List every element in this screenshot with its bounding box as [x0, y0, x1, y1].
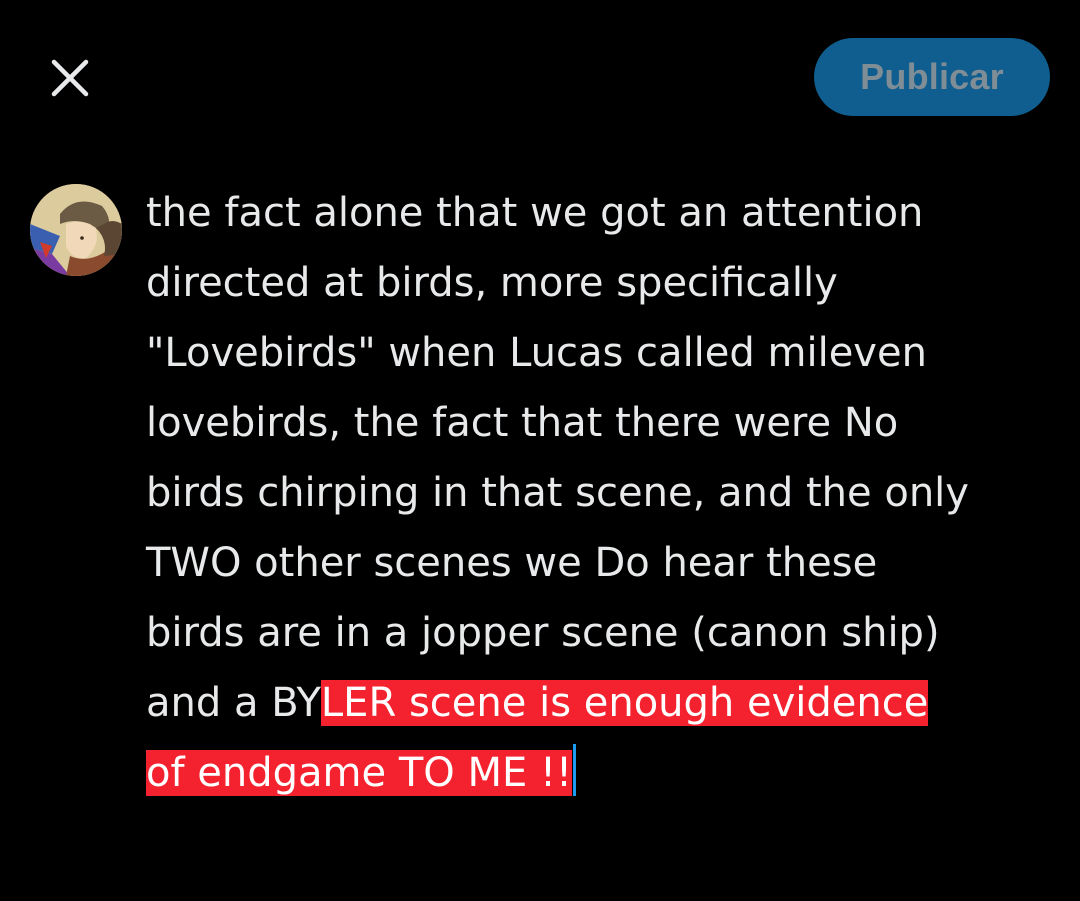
selected-text: LER scene is enough evidence: [320, 680, 929, 726]
selected-text: of endgame TO ME !!: [146, 750, 573, 796]
post-text-line: lovebirds, the fact that there were No: [146, 400, 899, 446]
publish-button[interactable]: Publicar: [814, 38, 1050, 116]
avatar-image: [30, 184, 122, 276]
unselected-text: and a BY: [146, 680, 321, 726]
post-text-line: "Lovebirds" when Lucas called mileven: [146, 330, 927, 376]
post-text-line: of endgame TO ME !!: [146, 738, 1046, 808]
avatar[interactable]: [30, 184, 122, 276]
close-button[interactable]: [40, 48, 100, 108]
post-text-line: birds chirping in that scene, and the on…: [146, 470, 969, 516]
close-icon: [51, 59, 89, 97]
post-text-line: TWO other scenes we Do hear these: [146, 540, 878, 586]
post-text-input[interactable]: the fact alone that we got an attention …: [146, 178, 1046, 808]
post-text-line: and a BYLER scene is enough evidence: [146, 668, 1046, 738]
text-cursor: [573, 744, 577, 796]
post-text-line: the fact alone that we got an attention: [146, 190, 924, 236]
post-text-line: directed at birds, more specifically: [146, 260, 838, 306]
post-text-line: birds are in a jopper scene (canon ship): [146, 610, 940, 656]
